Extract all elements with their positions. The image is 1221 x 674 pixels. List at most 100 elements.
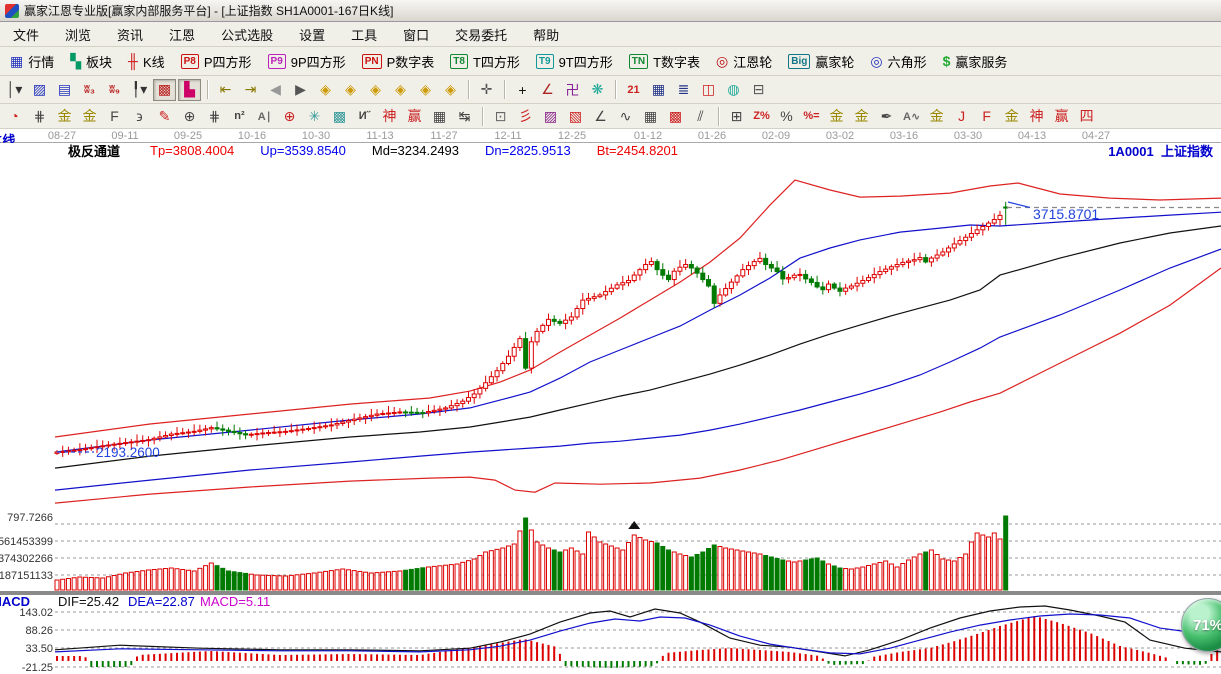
draw-tool-30[interactable]: ⊞: [725, 105, 748, 127]
draw-tool-15[interactable]: 神: [378, 105, 401, 127]
draw-tool-33[interactable]: %=: [800, 105, 823, 127]
nav-first-page[interactable]: ⇤: [214, 79, 237, 101]
toolbar-p-square[interactable]: P8P四方形: [173, 49, 260, 73]
nav-zoom-left[interactable]: ◈: [314, 79, 337, 101]
toolbar-9p-square[interactable]: P99P四方形: [260, 49, 354, 73]
menu-item-9[interactable]: 帮助: [520, 23, 572, 46]
draw-tool-9[interactable]: n²: [228, 105, 251, 127]
draw-tool-18[interactable]: ↹: [453, 105, 476, 127]
toolbar-quotes[interactable]: ▦行情: [2, 49, 62, 73]
nav-save[interactable]: ◫: [697, 79, 720, 101]
nav-next-bar[interactable]: ▶: [289, 79, 312, 101]
draw-tool-26[interactable]: ▦: [639, 105, 662, 127]
draw-tool-5[interactable]: ϶: [128, 105, 151, 127]
draw-tool-11[interactable]: ⊕: [278, 105, 301, 127]
nav-expand-h[interactable]: ◈: [364, 79, 387, 101]
draw-tool-40[interactable]: F: [975, 105, 998, 127]
menu-item-2[interactable]: 资讯: [104, 23, 156, 46]
volume-bar: [135, 572, 139, 591]
draw-tool-37[interactable]: A∿: [900, 105, 923, 127]
nav-hand-tool[interactable]: ✛: [475, 79, 498, 101]
nav-calendar[interactable]: 21: [622, 79, 645, 101]
nav-last-page[interactable]: ⇥: [239, 79, 262, 101]
draw-tool-24[interactable]: ∠: [589, 105, 612, 127]
nav-print[interactable]: ⊟: [747, 79, 770, 101]
draw-tool-20[interactable]: ⊡: [489, 105, 512, 127]
draw-tool-41[interactable]: 金: [1000, 105, 1023, 127]
nav-shrink-h[interactable]: ◈: [389, 79, 412, 101]
toolbar-kline[interactable]: ╫K线: [120, 49, 173, 73]
draw-tool-13[interactable]: ▩: [328, 105, 351, 127]
draw-tool-36[interactable]: ✒: [875, 105, 898, 127]
menu-item-1[interactable]: 浏览: [52, 23, 104, 46]
draw-tool-1[interactable]: ⋕: [28, 105, 51, 127]
toolbar-winner-wheel[interactable]: Big赢家轮: [780, 49, 862, 73]
menu-item-6[interactable]: 工具: [338, 23, 390, 46]
draw-tool-7[interactable]: ⊕: [178, 105, 201, 127]
menu-item-7[interactable]: 窗口: [390, 23, 442, 46]
draw-tool-17[interactable]: ▦: [428, 105, 451, 127]
nav-mind-tool[interactable]: ❋: [586, 79, 609, 101]
draw-tool-23[interactable]: ▧: [564, 105, 587, 127]
nav-report-list[interactable]: ▤: [53, 79, 76, 101]
toolbar-sectors[interactable]: ▚板块: [62, 49, 120, 73]
menu-item-8[interactable]: 交易委托: [442, 23, 520, 46]
draw-tool-39[interactable]: J: [950, 105, 973, 127]
draw-tool-22[interactable]: ▨: [539, 105, 562, 127]
menu-item-3[interactable]: 江恩: [156, 23, 208, 46]
volume-bar: [1004, 516, 1008, 590]
draw-tool-38[interactable]: 金: [925, 105, 948, 127]
volume-bar: [335, 570, 339, 590]
nav-crosshair[interactable]: +: [511, 79, 534, 101]
nav-prev-bar[interactable]: ◀: [264, 79, 287, 101]
nav-notes[interactable]: ≣: [672, 79, 695, 101]
draw-tool-27[interactable]: ▩: [664, 105, 687, 127]
draw-tool-44[interactable]: 四: [1075, 105, 1098, 127]
nav-gann-swastika[interactable]: 卍: [561, 79, 584, 101]
draw-tool-4[interactable]: F: [103, 105, 126, 127]
nav-bars-3[interactable]: ʬ₃: [78, 79, 101, 101]
draw-tool-10[interactable]: A∣: [253, 105, 276, 127]
draw-tool-42[interactable]: 神: [1025, 105, 1048, 127]
draw-tool-8[interactable]: ⋕: [203, 105, 226, 127]
nav-candle-style-combo[interactable]: │▾: [3, 79, 26, 101]
nav-calculator[interactable]: ▦: [647, 79, 670, 101]
draw-tool-3[interactable]: 金: [78, 105, 101, 127]
toolbar-p-table[interactable]: PNP数字表: [354, 49, 443, 73]
draw-tool-6[interactable]: ✎: [153, 105, 176, 127]
draw-tool-28[interactable]: ⫽: [689, 105, 712, 127]
nav-pattern-tool[interactable]: ▩: [153, 79, 176, 101]
nav-histogram-tool[interactable]: ▙: [178, 79, 201, 101]
candle-body: [975, 230, 979, 234]
nav-multi-chart[interactable]: ▨: [28, 79, 51, 101]
draw-tool-25[interactable]: ∿: [614, 105, 637, 127]
draw-tool-0[interactable]: ◔: [3, 105, 26, 127]
draw-tool-31[interactable]: Z%: [750, 105, 773, 127]
nav-candle-period[interactable]: ╿▾: [128, 79, 151, 101]
toolbar-t-table[interactable]: TNT数字表: [621, 49, 708, 73]
nav-expand-v[interactable]: ◈: [414, 79, 437, 101]
nav-bars-9[interactable]: ʬ₉: [103, 79, 126, 101]
nav-angle-tool[interactable]: ∠: [536, 79, 559, 101]
toolbar-t-square[interactable]: T8T四方形: [442, 49, 528, 73]
draw-tool-32[interactable]: %: [775, 105, 798, 127]
menu-item-5[interactable]: 设置: [286, 23, 338, 46]
draw-tool-43[interactable]: 赢: [1050, 105, 1073, 127]
menu-item-4[interactable]: 公式选股: [208, 23, 286, 46]
draw-tool-2[interactable]: 金: [53, 105, 76, 127]
draw-tool-35[interactable]: 金: [850, 105, 873, 127]
menu-item-0[interactable]: 文件: [0, 23, 52, 46]
draw-tool-12[interactable]: ✳: [303, 105, 326, 127]
toolbar-gann-wheel[interactable]: ◎江恩轮: [708, 49, 780, 73]
draw-tool-14[interactable]: И˝: [353, 105, 376, 127]
nav-zoom-right[interactable]: ◈: [339, 79, 362, 101]
chart-canvas[interactable]: 797.7266561453399374302266187151133143.0…: [0, 129, 1221, 674]
draw-tool-16[interactable]: 赢: [403, 105, 426, 127]
nav-shrink-v[interactable]: ◈: [439, 79, 462, 101]
draw-tool-34[interactable]: 金: [825, 105, 848, 127]
toolbar-hexagon[interactable]: ◎六角形: [862, 49, 934, 73]
toolbar-winner-service[interactable]: $赢家服务: [935, 49, 1016, 73]
nav-browser[interactable]: ◍: [722, 79, 745, 101]
toolbar-9t-square[interactable]: T99T四方形: [528, 49, 621, 73]
draw-tool-21[interactable]: 彡: [514, 105, 537, 127]
